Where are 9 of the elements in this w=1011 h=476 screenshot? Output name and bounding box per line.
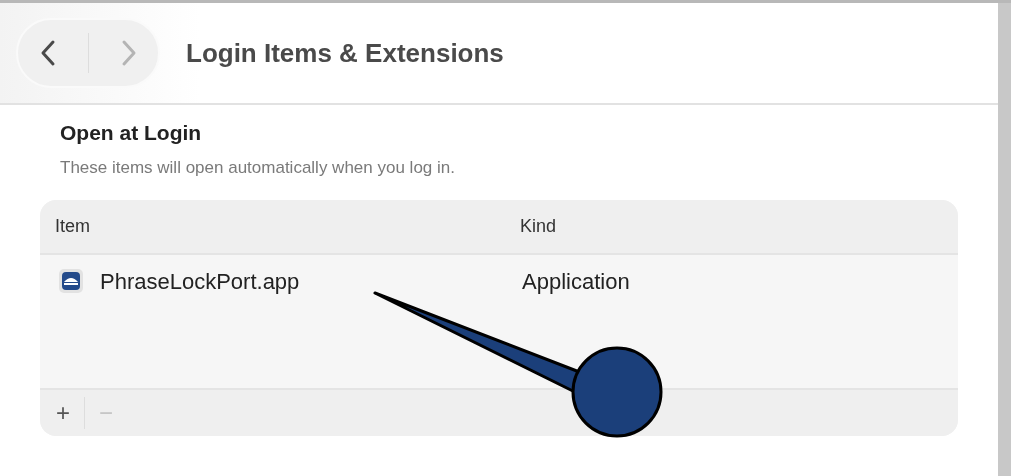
item-name: PhraseLockPort.app [100, 267, 300, 296]
section-title: Open at Login [60, 120, 203, 146]
window-title: Login Items & Extensions [186, 36, 504, 70]
item-kind: Application [522, 268, 630, 294]
column-header[interactable]: Item [55, 216, 90, 236]
section-description: These items will open automatically when you log in. [60, 156, 456, 179]
app-icon [58, 268, 84, 294]
column-header[interactable]: Kind [520, 216, 557, 236]
add-button[interactable]: + [52, 395, 74, 431]
